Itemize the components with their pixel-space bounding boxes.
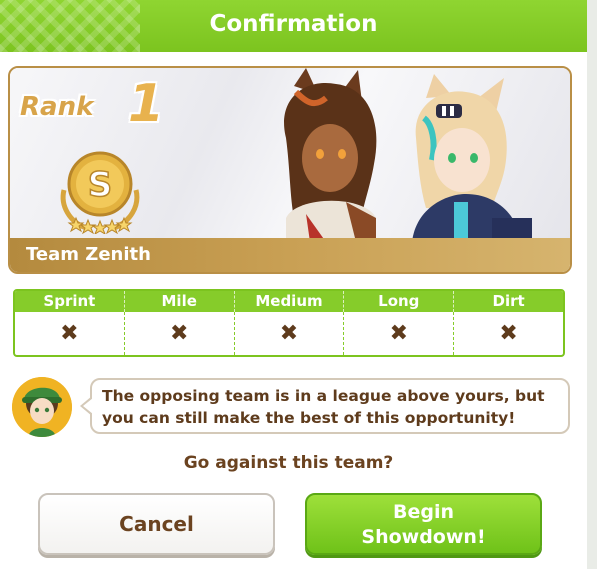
advisor-portrait-icon bbox=[12, 377, 72, 437]
cross-mark-icon: ✖ bbox=[235, 312, 345, 355]
aptitude-header-medium: Medium bbox=[235, 291, 345, 312]
message-bubble: The opposing team is in a league above y… bbox=[80, 378, 570, 434]
aptitude-table: Sprint Mile Medium Long Dirt ✖ ✖ ✖ ✖ ✖ bbox=[13, 289, 565, 357]
team-banner: Rank 1 S Team Zenith bbox=[8, 66, 572, 274]
dialog-title: Confirmation bbox=[209, 11, 378, 37]
aptitude-header-row: Sprint Mile Medium Long Dirt bbox=[15, 291, 563, 312]
aptitude-header-dirt: Dirt bbox=[492, 292, 525, 310]
s-rank-medal-icon: S bbox=[60, 151, 140, 234]
cross-mark-icon: ✖ bbox=[344, 312, 455, 355]
rank-label: Rank bbox=[20, 92, 94, 122]
cross-mark-icon: ✖ bbox=[15, 312, 125, 355]
aptitude-header-mile: Mile bbox=[125, 291, 235, 312]
message-text: The opposing team is in a league above y… bbox=[102, 387, 545, 427]
character-left-illustration bbox=[284, 68, 377, 242]
character-right-illustration bbox=[412, 74, 532, 242]
confirmation-question: Go against this team? bbox=[183, 453, 394, 473]
begin-showdown-label-line1: Begin bbox=[392, 501, 454, 523]
begin-showdown-button[interactable]: Begin Showdown! bbox=[305, 493, 542, 555]
dialog-header: Confirmation bbox=[0, 0, 587, 52]
medal-letter: S bbox=[88, 165, 113, 205]
begin-showdown-label-line2: Showdown! bbox=[361, 526, 486, 548]
cross-mark-icon: ✖ bbox=[499, 321, 518, 346]
aptitude-header-sprint: Sprint bbox=[15, 291, 125, 312]
opponent-character-portraits bbox=[284, 68, 532, 242]
cross-mark-icon: ✖ bbox=[125, 312, 235, 355]
right-edge bbox=[587, 0, 597, 569]
aptitude-header-long: Long bbox=[344, 291, 455, 312]
rank-number: 1 bbox=[128, 74, 165, 134]
aptitude-value-row: ✖ ✖ ✖ ✖ ✖ bbox=[15, 312, 563, 355]
team-name: Team Zenith bbox=[26, 244, 151, 265]
team-name-bar: Team Zenith bbox=[10, 238, 570, 272]
cancel-button[interactable]: Cancel bbox=[38, 493, 275, 555]
advisor-avatar bbox=[12, 377, 72, 437]
